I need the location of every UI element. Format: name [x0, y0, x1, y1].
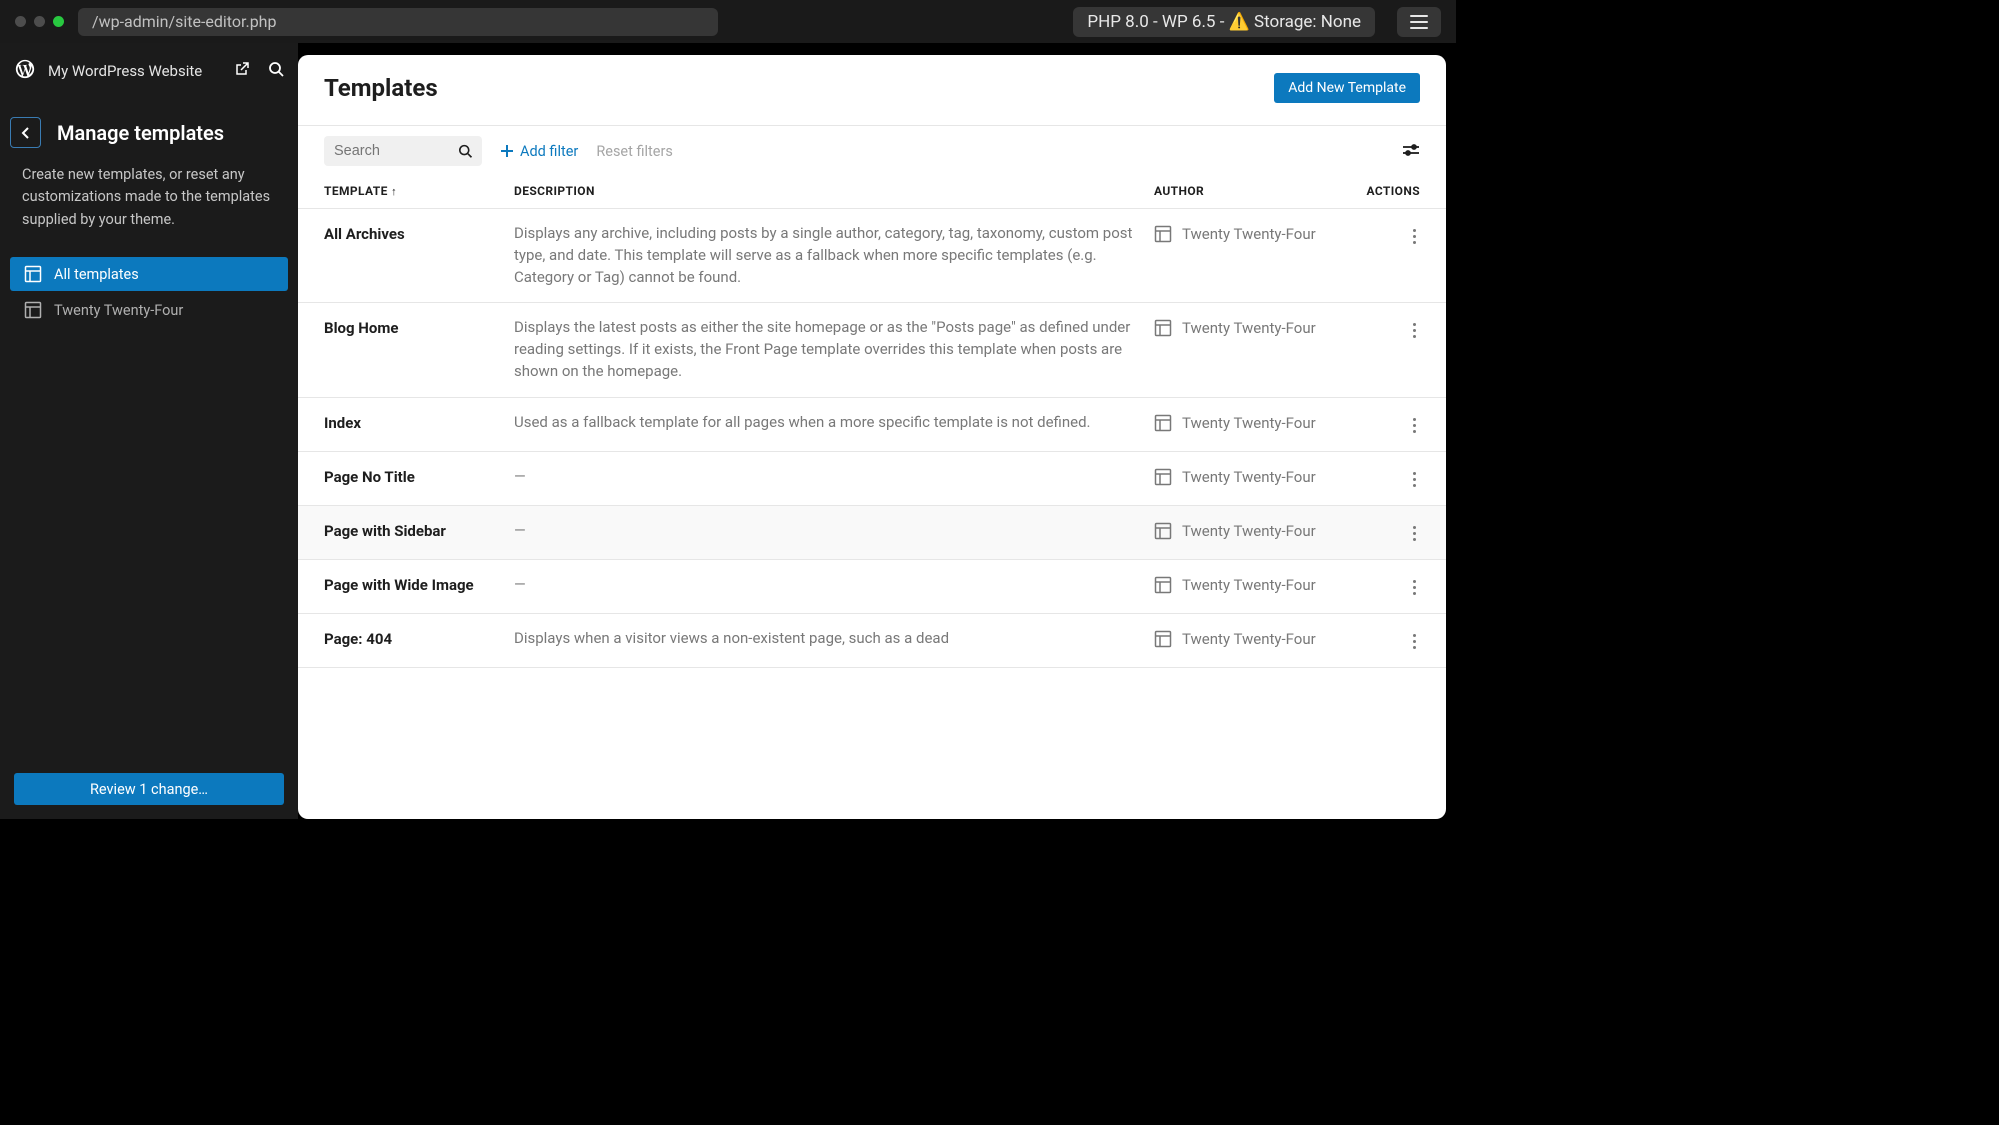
- column-header-author[interactable]: AUTHOR: [1154, 184, 1344, 198]
- row-actions-menu[interactable]: [1409, 576, 1420, 599]
- template-description: Used as a fallback template for all page…: [514, 412, 1134, 434]
- browser-bar: /wp-admin/site-editor.php PHP 8.0 - WP 6…: [0, 0, 1456, 43]
- row-actions-menu[interactable]: [1409, 225, 1420, 248]
- row-actions-menu[interactable]: [1409, 522, 1420, 545]
- sidebar-item-theme[interactable]: Twenty Twenty-Four: [10, 293, 288, 327]
- table-row[interactable]: Page: 404 Displays when a visitor views …: [298, 614, 1446, 668]
- layout-icon: [24, 265, 42, 283]
- template-author: Twenty Twenty-Four: [1154, 317, 1344, 337]
- chevron-left-icon: [21, 127, 31, 139]
- status-text: PHP 8.0 - WP 6.5 - ⚠️ Storage: None: [1087, 12, 1361, 32]
- table-row[interactable]: Page No Title — Twenty Twenty-Four: [298, 452, 1446, 506]
- row-actions-menu[interactable]: [1409, 319, 1420, 342]
- url-bar[interactable]: /wp-admin/site-editor.php: [78, 8, 718, 36]
- template-name: Page with Wide Image: [324, 574, 494, 594]
- hamburger-menu[interactable]: [1397, 7, 1441, 37]
- table-row[interactable]: Index Used as a fallback template for al…: [298, 398, 1446, 452]
- search-field[interactable]: [334, 143, 458, 159]
- templates-table: TEMPLATE ↑ DESCRIPTION AUTHOR ACTIONS Al…: [298, 176, 1446, 668]
- template-description: —: [514, 520, 1134, 542]
- table-row[interactable]: Page with Sidebar — Twenty Twenty-Four: [298, 506, 1446, 560]
- hamburger-icon: [1410, 15, 1428, 29]
- template-name: All Archives: [324, 223, 494, 243]
- template-author: Twenty Twenty-Four: [1154, 412, 1344, 432]
- sidebar-item-label: Twenty Twenty-Four: [54, 302, 183, 319]
- plus-icon: [500, 144, 514, 158]
- table-header: TEMPLATE ↑ DESCRIPTION AUTHOR ACTIONS: [298, 176, 1446, 209]
- sidebar-item-all-templates[interactable]: All templates: [10, 257, 288, 291]
- sidebar-top: My WordPress Website: [0, 43, 298, 99]
- layout-icon: [24, 301, 42, 319]
- column-header-description[interactable]: DESCRIPTION: [514, 184, 1134, 198]
- template-name: Page No Title: [324, 466, 494, 486]
- sidebar-heading: Manage templates: [57, 121, 224, 145]
- layout-icon: [1154, 319, 1172, 337]
- add-new-template-button[interactable]: Add New Template: [1274, 73, 1420, 103]
- add-filter-button[interactable]: Add filter: [500, 143, 578, 160]
- table-row[interactable]: All Archives Displays any archive, inclu…: [298, 209, 1446, 303]
- review-changes-button[interactable]: Review 1 change…: [14, 773, 284, 805]
- row-actions-menu[interactable]: [1409, 630, 1420, 653]
- minimize-dot[interactable]: [34, 16, 45, 27]
- layout-icon: [1154, 576, 1172, 594]
- template-author: Twenty Twenty-Four: [1154, 520, 1344, 540]
- column-header-template[interactable]: TEMPLATE ↑: [324, 184, 494, 198]
- layout-icon: [1154, 225, 1172, 243]
- row-actions-menu[interactable]: [1409, 414, 1420, 437]
- wordpress-logo-icon[interactable]: [14, 58, 36, 84]
- template-author: Twenty Twenty-Four: [1154, 466, 1344, 486]
- search-input[interactable]: [324, 136, 482, 166]
- sidebar-item-label: All templates: [54, 266, 139, 283]
- template-description: —: [514, 466, 1134, 488]
- template-description: —: [514, 574, 1134, 596]
- maximize-dot[interactable]: [53, 16, 64, 27]
- sliders-icon: [1402, 143, 1420, 157]
- template-author: Twenty Twenty-Four: [1154, 223, 1344, 243]
- sort-arrow-up-icon: ↑: [391, 185, 397, 198]
- search-icon[interactable]: [268, 61, 284, 81]
- layout-icon: [1154, 414, 1172, 432]
- environment-status: PHP 8.0 - WP 6.5 - ⚠️ Storage: None: [1073, 7, 1375, 37]
- back-button[interactable]: [10, 117, 41, 148]
- reset-filters-button[interactable]: Reset filters: [596, 143, 673, 160]
- content-panel: Templates Add New Template Add filter Re…: [298, 55, 1446, 819]
- page-title: Templates: [324, 74, 438, 102]
- site-title: My WordPress Website: [48, 62, 222, 80]
- external-link-icon[interactable]: [234, 61, 250, 81]
- close-dot[interactable]: [15, 16, 26, 27]
- template-description: Displays the latest posts as either the …: [514, 317, 1134, 382]
- table-row[interactable]: Blog Home Displays the latest posts as e…: [298, 303, 1446, 397]
- table-row[interactable]: Page with Wide Image — Twenty Twenty-Fou…: [298, 560, 1446, 614]
- template-name: Blog Home: [324, 317, 494, 337]
- template-name: Page with Sidebar: [324, 520, 494, 540]
- template-description: Displays when a visitor views a non-exis…: [514, 628, 1134, 650]
- sidebar: My WordPress Website Manage templates Cr…: [0, 43, 298, 819]
- template-author: Twenty Twenty-Four: [1154, 628, 1344, 648]
- search-icon: [458, 143, 472, 159]
- template-author: Twenty Twenty-Four: [1154, 574, 1344, 594]
- layout-icon: [1154, 468, 1172, 486]
- column-header-actions: ACTIONS: [1364, 184, 1420, 198]
- template-name: Index: [324, 412, 494, 432]
- row-actions-menu[interactable]: [1409, 468, 1420, 491]
- url-text: /wp-admin/site-editor.php: [92, 12, 276, 31]
- view-options-button[interactable]: [1402, 142, 1420, 161]
- layout-icon: [1154, 630, 1172, 648]
- sidebar-description: Create new templates, or reset any custo…: [0, 158, 298, 239]
- window-controls: [15, 16, 64, 27]
- template-description: Displays any archive, including posts by…: [514, 223, 1134, 288]
- template-name: Page: 404: [324, 628, 494, 648]
- layout-icon: [1154, 522, 1172, 540]
